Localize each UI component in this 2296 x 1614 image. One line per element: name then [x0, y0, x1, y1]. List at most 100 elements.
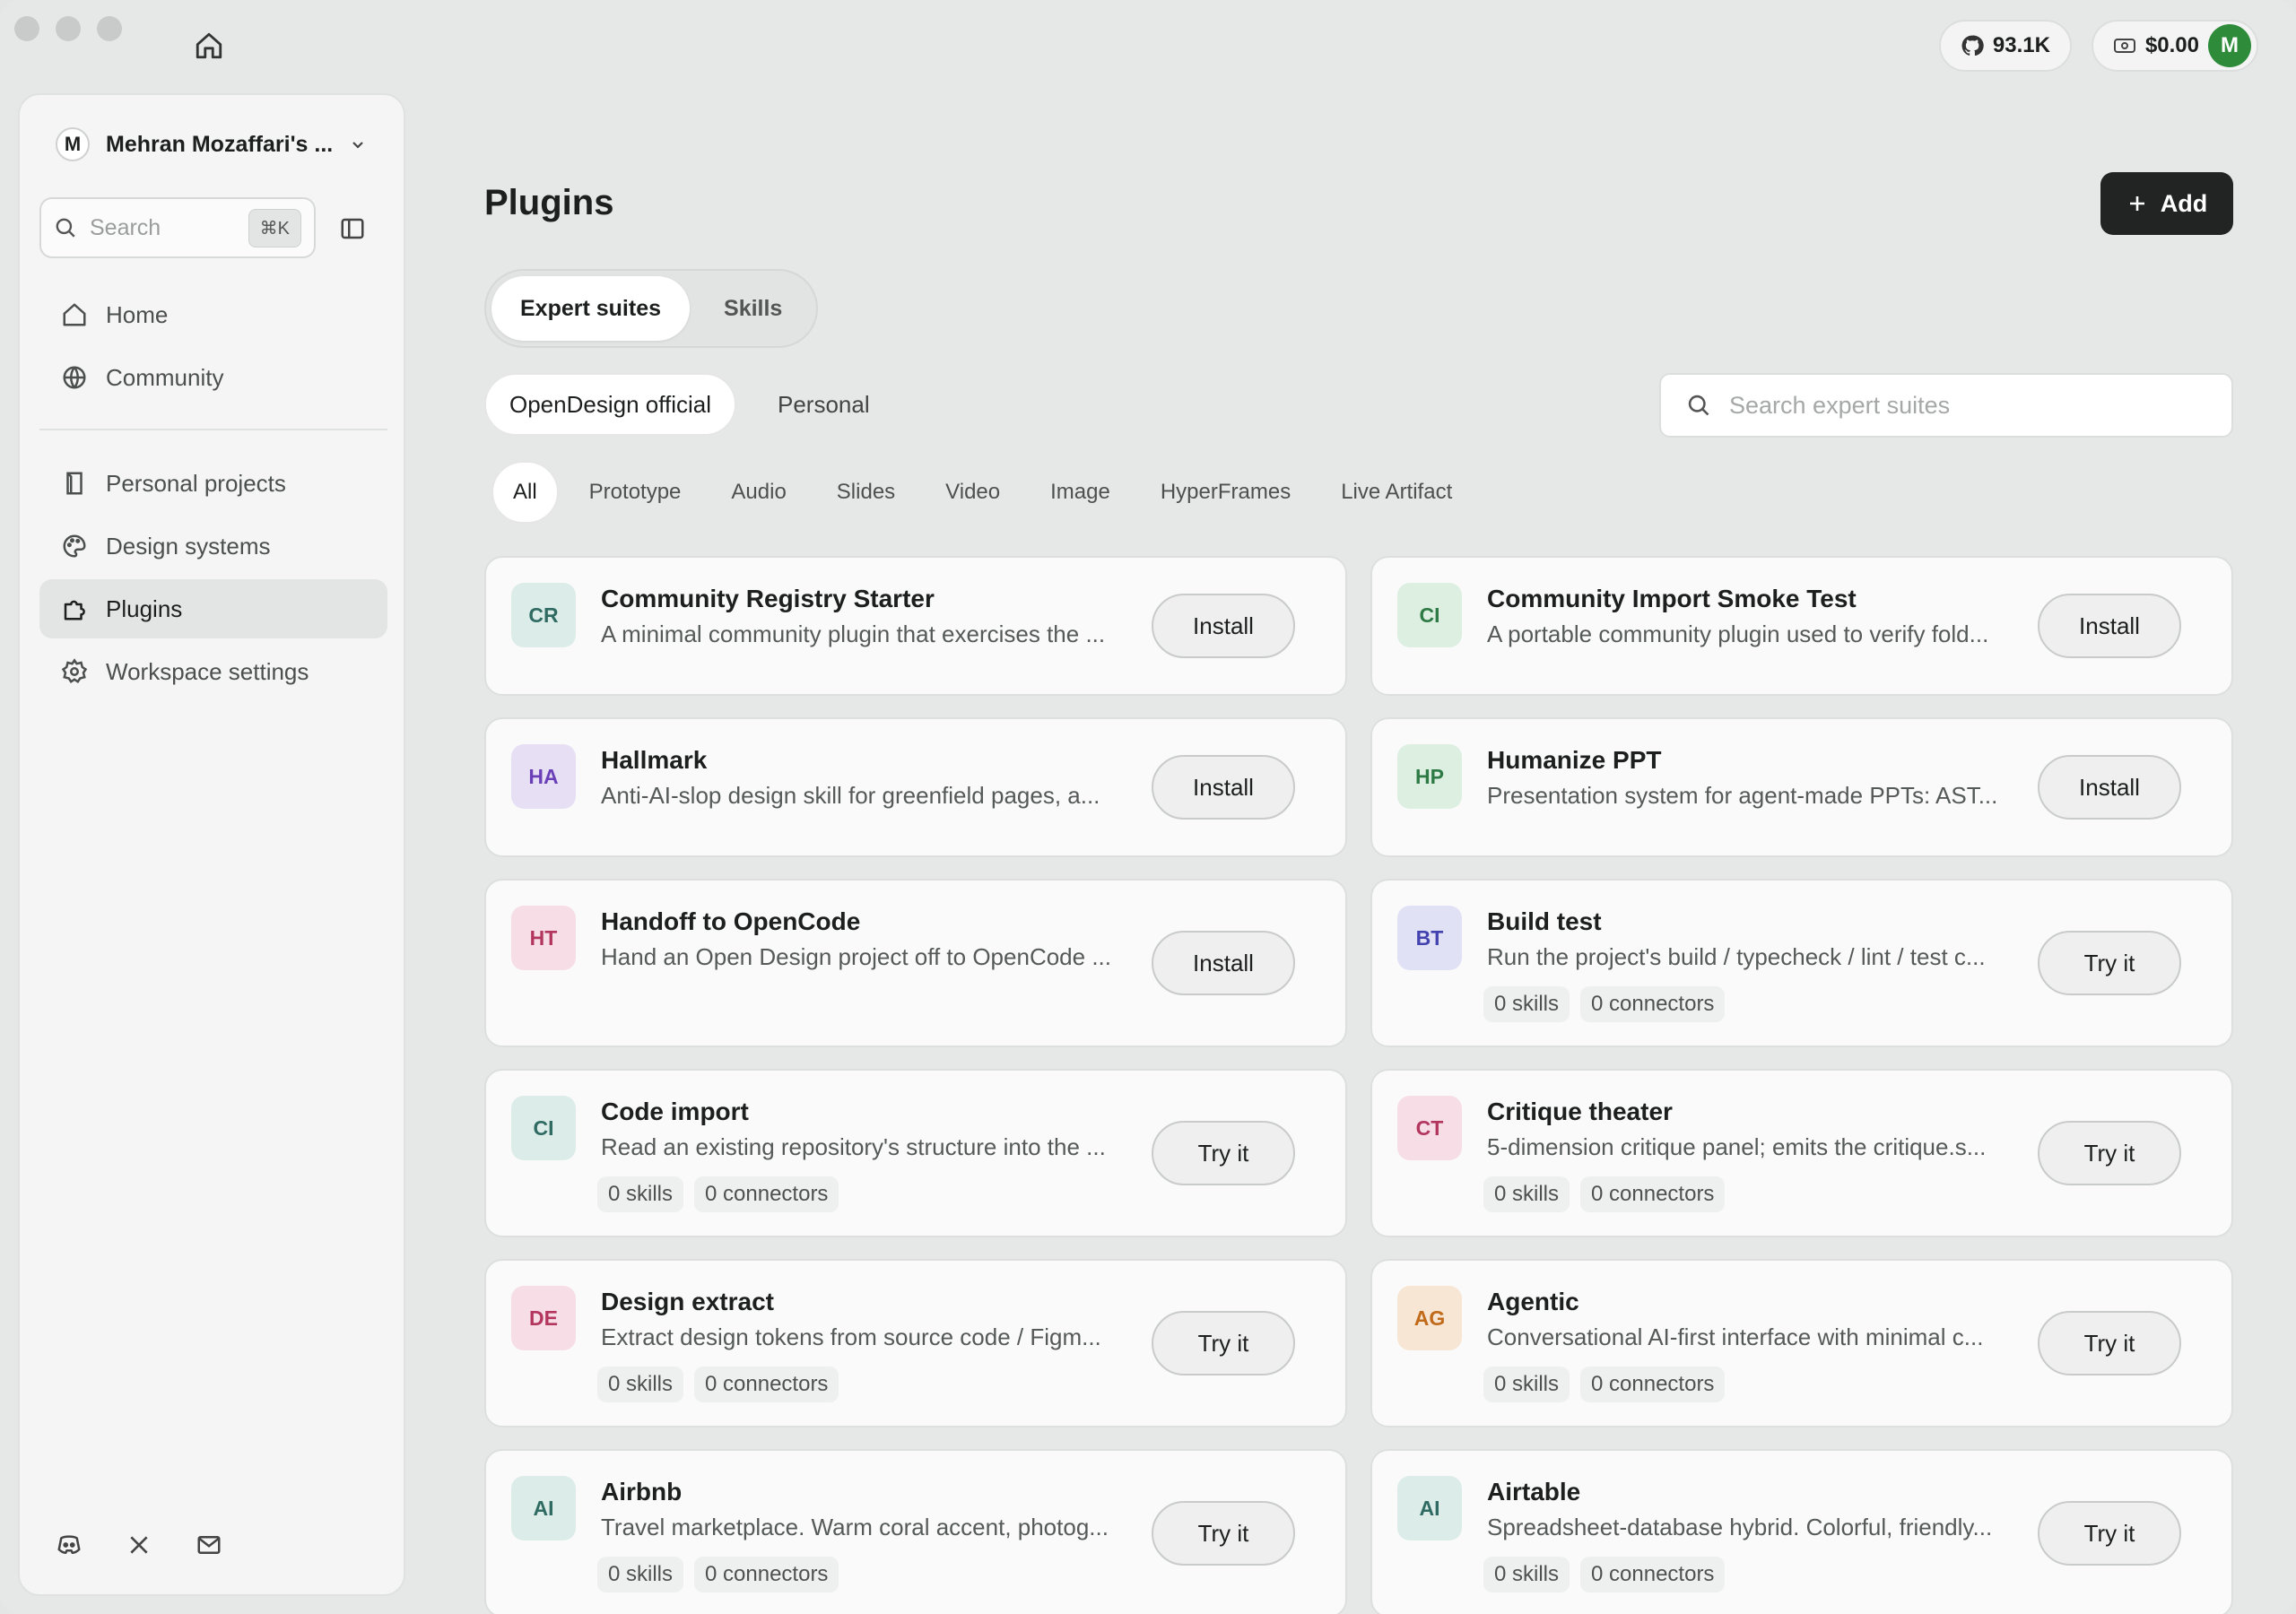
try-it-button[interactable]: Try it [2038, 1311, 2181, 1375]
sidebar-search-placeholder: Search [90, 214, 161, 240]
add-button[interactable]: Add [2100, 172, 2233, 235]
plugin-card[interactable]: CI Community Import Smoke Test A portable … [1370, 556, 2233, 696]
tab-personal[interactable]: Personal [754, 373, 893, 436]
plugin-meta: 0 skills 0 connectors [1483, 1557, 1726, 1592]
plugin-badge: CT [1397, 1096, 1462, 1160]
install-button[interactable]: Install [2038, 594, 2181, 658]
plugin-title: Handoff to OpenCode [601, 907, 861, 935]
plugin-card[interactable]: BT Build test Run the project's build / ty… [1370, 879, 2233, 1047]
plugin-card[interactable]: HT Handoff to OpenCode Hand an Open Design… [484, 879, 1347, 1047]
app-window: 93.1K $0.00 M M Mehran Mozaffari's ... S… [0, 0, 2296, 1614]
connectors-count-chip: 0 connectors [694, 1367, 839, 1402]
sidebar-item-plugins[interactable]: Plugins [39, 579, 387, 638]
plugin-card[interactable]: HP Humanize PPT Presentation system for ag… [1370, 717, 2233, 857]
filter-audio[interactable]: Audio [711, 461, 805, 524]
plugin-meta: 0 skills 0 connectors [1483, 1176, 1726, 1212]
minimize-window-button[interactable] [56, 16, 81, 41]
plugin-card-grid: CR Community Registry Starter A minimal co… [484, 556, 2233, 1614]
install-button[interactable]: Install [1152, 931, 1295, 995]
expert-suites-search-input[interactable]: Search expert suites [1659, 373, 2233, 438]
sidebar-item-home[interactable]: Home [39, 285, 387, 344]
search-icon [1688, 395, 1709, 416]
credits-button[interactable]: $0.00 M [2091, 20, 2258, 72]
plugin-description: Travel marketplace. Warm coral accent, p… [601, 1514, 1109, 1540]
sidebar-item-design-systems[interactable]: Design systems [39, 516, 387, 576]
globe-icon [63, 366, 86, 389]
account-switcher[interactable]: M Mehran Mozaffari's ... [56, 127, 367, 161]
try-it-button[interactable]: Try it [2038, 1121, 2181, 1185]
github-icon [1961, 35, 1984, 56]
maximize-window-button[interactable] [97, 16, 122, 41]
install-button[interactable]: Install [2038, 755, 2181, 820]
search-icon [56, 218, 75, 238]
plugin-card[interactable]: CT Critique theater 5-dimension critique p… [1370, 1069, 2233, 1237]
skills-count-chip: 0 skills [597, 1176, 684, 1212]
home-icon[interactable] [194, 30, 224, 61]
sidebar-item-workspace-settings[interactable]: Workspace settings [39, 642, 387, 701]
sidebar-item-community[interactable]: Community [39, 348, 387, 407]
tab-skills[interactable]: Skills [695, 276, 811, 341]
plugin-title: Humanize PPT [1487, 746, 1662, 774]
filter-video[interactable]: Video [926, 461, 1020, 524]
plugin-description: Read an existing repository's structure … [601, 1133, 1106, 1160]
sidebar-item-label: Design systems [106, 532, 271, 560]
github-stars-button[interactable]: 93.1K [1938, 20, 2072, 72]
plugin-card[interactable]: AI Airtable Spreadsheet-database hybrid. C… [1370, 1449, 2233, 1614]
palette-icon [63, 534, 86, 558]
connectors-count-chip: 0 connectors [694, 1557, 839, 1592]
close-window-button[interactable] [14, 16, 39, 41]
plugin-description: A portable community plugin used to veri… [1487, 620, 1989, 647]
plugin-meta: 0 skills 0 connectors [1483, 1367, 1726, 1402]
user-avatar[interactable]: M [2208, 24, 2251, 67]
credits-amount: $0.00 [2144, 33, 2199, 57]
plugin-description: Anti-AI-slop design skill for greenfield… [601, 782, 1100, 809]
plugin-card[interactable]: HA Hallmark Anti-AI-slop design skill for … [484, 717, 1347, 857]
install-button[interactable]: Install [1152, 755, 1295, 820]
skills-count-chip: 0 skills [597, 1367, 684, 1402]
try-it-button[interactable]: Try it [1152, 1311, 1295, 1375]
connectors-count-chip: 0 connectors [1580, 1367, 1726, 1402]
plugin-title: Hallmark [601, 746, 708, 774]
sidebar-item-label: Personal projects [106, 469, 286, 497]
filter-hyperframes[interactable]: HyperFrames [1141, 461, 1310, 524]
plugin-badge: CI [511, 1096, 576, 1160]
tab-expert-suites[interactable]: Expert suites [491, 276, 691, 341]
sidebar-search-input[interactable]: Search ⌘K [39, 197, 316, 258]
filter-all[interactable]: All [491, 461, 559, 524]
x-icon[interactable] [127, 1533, 151, 1557]
filter-image[interactable]: Image [1031, 461, 1130, 524]
filter-live-artifact[interactable]: Live Artifact [1321, 461, 1472, 524]
gear-icon [61, 658, 88, 683]
plugin-card[interactable]: DE Design extract Extract design tokens fr… [484, 1259, 1347, 1427]
plugin-title: Community Import Smoke Test [1487, 585, 1857, 612]
plugin-title: Critique theater [1487, 1098, 1673, 1125]
sidebar-footer [56, 1532, 222, 1558]
sidebar: M Mehran Mozaffari's ... Search ⌘K Home … [18, 93, 405, 1596]
nav-divider [39, 429, 387, 430]
try-it-button[interactable]: Try it [1152, 1121, 1295, 1185]
sidebar-item-personal-projects[interactable]: Personal projects [39, 454, 387, 513]
plugin-meta: 0 skills 0 connectors [1483, 986, 1726, 1022]
plugin-card[interactable]: AG Agentic Conversational AI-first interfa… [1370, 1259, 2233, 1427]
plugin-description: Extract design tokens from source code /… [601, 1323, 1101, 1350]
try-it-button[interactable]: Try it [2038, 931, 2181, 995]
top-right-controls: 93.1K $0.00 M [1938, 20, 2258, 72]
plugin-description: Conversational AI-first interface with m… [1487, 1323, 1984, 1350]
discord-icon[interactable] [56, 1532, 83, 1558]
plugin-card[interactable]: AI Airbnb Travel marketplace. Warm coral a… [484, 1449, 1347, 1614]
chevron-down-icon [352, 142, 363, 149]
suite-type-toggle: Expert suites Skills [484, 269, 819, 348]
skills-count-chip: 0 skills [597, 1557, 684, 1592]
plugin-badge: HA [511, 744, 576, 809]
plugin-card[interactable]: CR Community Registry Starter A minimal co… [484, 556, 1347, 696]
mail-icon[interactable] [196, 1532, 222, 1558]
try-it-button[interactable]: Try it [2038, 1501, 2181, 1566]
filter-prototype[interactable]: Prototype [570, 461, 701, 524]
install-button[interactable]: Install [1152, 594, 1295, 658]
try-it-button[interactable]: Try it [1152, 1501, 1295, 1566]
tab-opendesign-official[interactable]: OpenDesign official [484, 373, 736, 436]
sidebar-toggle-icon[interactable] [339, 215, 366, 242]
plugin-card[interactable]: CI Code import Read an existing repository… [484, 1069, 1347, 1237]
search-shortcut-badge: ⌘K [248, 208, 301, 247]
filter-slides[interactable]: Slides [817, 461, 915, 524]
